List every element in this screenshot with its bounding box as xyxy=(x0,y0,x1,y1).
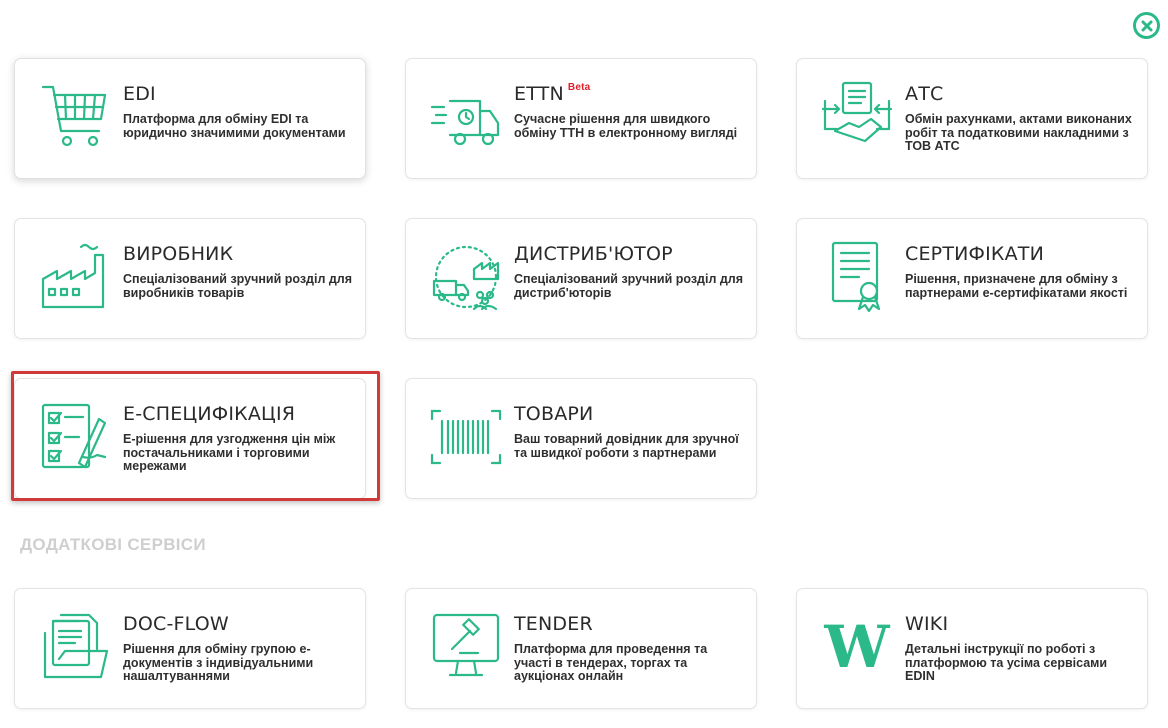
wiki-w-icon: W xyxy=(821,607,893,687)
beta-badge: Beta xyxy=(567,81,591,93)
shopping-cart-icon xyxy=(39,77,111,157)
service-card-wiki[interactable]: W WIKI Детальні інструкції по роботі з п… xyxy=(796,588,1148,709)
barcode-icon xyxy=(430,397,502,477)
card-title: АТС xyxy=(905,83,944,105)
card-description: Рішення для обміну групою е-документів з… xyxy=(123,642,314,683)
card-title: ВИРОБНИК xyxy=(123,243,234,265)
card-title: ETTN Beta xyxy=(514,81,591,105)
card-title: ТОВАРИ xyxy=(514,403,594,425)
service-card-docflow[interactable]: DOC-FLOW Рішення для обміну групою е-док… xyxy=(14,588,366,709)
close-icon xyxy=(1141,20,1152,31)
service-card-certificates[interactable]: СЕРТИФІКАТИ Рішення, призначене для обмі… xyxy=(796,218,1148,339)
card-description: Платформа для обміну EDI та юридично зна… xyxy=(123,112,346,140)
service-card-tender[interactable]: TENDER Платформа для проведення та участ… xyxy=(405,588,757,709)
card-description: Е-рішення для узгодження цін між постача… xyxy=(123,432,336,473)
card-description: Ваш товарний довідник для зручної та шви… xyxy=(514,432,739,460)
card-description: Рішення, призначене для обміну з партнер… xyxy=(905,272,1128,300)
card-description: Обмін рахунками, актами виконаних робіт … xyxy=(905,112,1132,153)
card-title: TENDER xyxy=(514,613,593,635)
card-description: Спеціалізований зручний розділ для дистр… xyxy=(514,272,744,300)
factory-icon xyxy=(39,237,111,317)
document-handshake-icon xyxy=(821,77,893,157)
card-title-text: ETTN xyxy=(514,83,564,105)
certificate-icon xyxy=(821,237,893,317)
card-description: Спеціалізований зручний розділ для вироб… xyxy=(123,272,353,300)
service-card-atc[interactable]: АТС Обмін рахунками, актами виконаних ро… xyxy=(796,58,1148,179)
auction-monitor-icon xyxy=(430,607,502,687)
distribution-icon xyxy=(430,237,502,317)
service-card-edi[interactable]: EDI Платформа для обміну EDI та юридично… xyxy=(14,58,366,179)
card-title: DOC-FLOW xyxy=(123,613,229,635)
checklist-signing-icon xyxy=(39,397,111,477)
card-description: Сучасне рішення для швидкого обміну ТТН … xyxy=(514,112,738,140)
card-title: ДИСТРИБ'ЮТОР xyxy=(514,243,673,265)
close-button[interactable] xyxy=(1133,12,1160,39)
card-title: СЕРТИФІКАТИ xyxy=(905,243,1045,265)
section-heading-additional: ДОДАТКОВІ СЕРВІСИ xyxy=(20,535,206,554)
card-title: Е-СПЕЦИФІКАЦІЯ xyxy=(123,403,296,425)
card-description: Детальні інструкції по роботі з платформ… xyxy=(905,642,1108,683)
service-card-ettn[interactable]: ETTN Beta Сучасне рішення для швидкого об… xyxy=(405,58,757,179)
card-title: EDI xyxy=(123,83,156,105)
service-card-especification[interactable]: Е-СПЕЦИФІКАЦІЯ Е-рішення для узгодження … xyxy=(14,378,366,499)
service-card-vyrobnyk[interactable]: ВИРОБНИК Спеціалізований зручний розділ … xyxy=(14,218,366,339)
service-card-distributor[interactable]: ДИСТРИБ'ЮТОР Спеціалізований зручний роз… xyxy=(405,218,757,339)
svg-text:W: W xyxy=(823,613,890,681)
service-card-tovary[interactable]: ТОВАРИ Ваш товарний довідник для зручної… xyxy=(405,378,757,499)
card-title: WIKI xyxy=(905,613,949,635)
document-folder-icon xyxy=(39,607,111,687)
card-description: Платформа для проведення та участі в тен… xyxy=(514,642,708,683)
delivery-truck-icon xyxy=(430,77,502,157)
